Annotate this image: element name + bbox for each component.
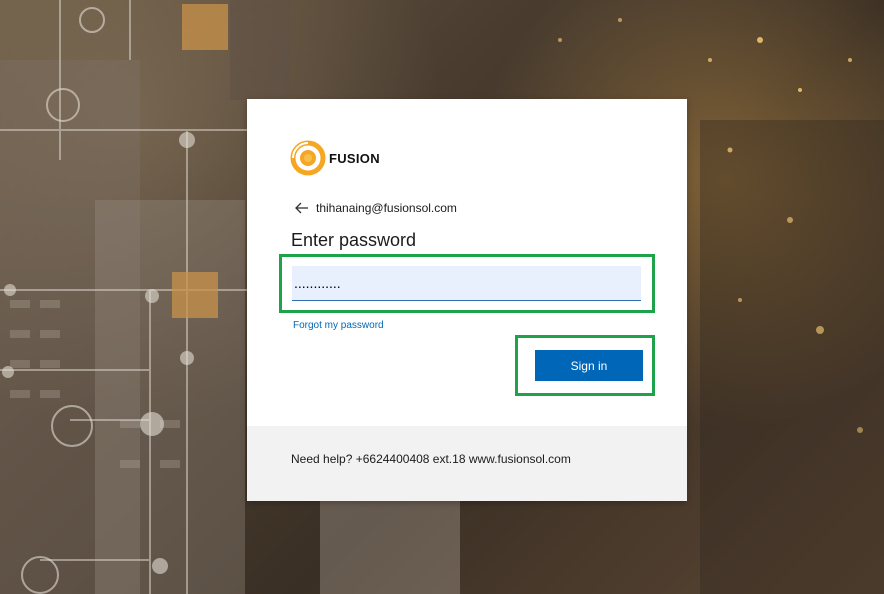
account-email: thihanaing@fusionsol.com <box>316 201 457 215</box>
identity-banner: thihanaing@fusionsol.com <box>294 199 457 217</box>
help-text: Need help? +6624400408 ext.18 www.fusion… <box>291 452 571 466</box>
signin-card: FUSION thihanaing@fusionsol.com Enter pa… <box>247 99 687 501</box>
fusion-logo-icon <box>290 140 326 176</box>
company-logo: FUSION <box>290 140 380 176</box>
sign-in-button[interactable]: Sign in <box>535 350 643 381</box>
forgot-password-link[interactable]: Forgot my password <box>293 320 384 331</box>
page-title: Enter password <box>291 230 417 250</box>
help-footer: Need help? +6624400408 ext.18 www.fusion… <box>247 426 687 501</box>
arrow-left-icon[interactable] <box>294 200 310 216</box>
logo-wordmark: FUSION <box>329 150 380 166</box>
password-input[interactable] <box>292 266 641 301</box>
